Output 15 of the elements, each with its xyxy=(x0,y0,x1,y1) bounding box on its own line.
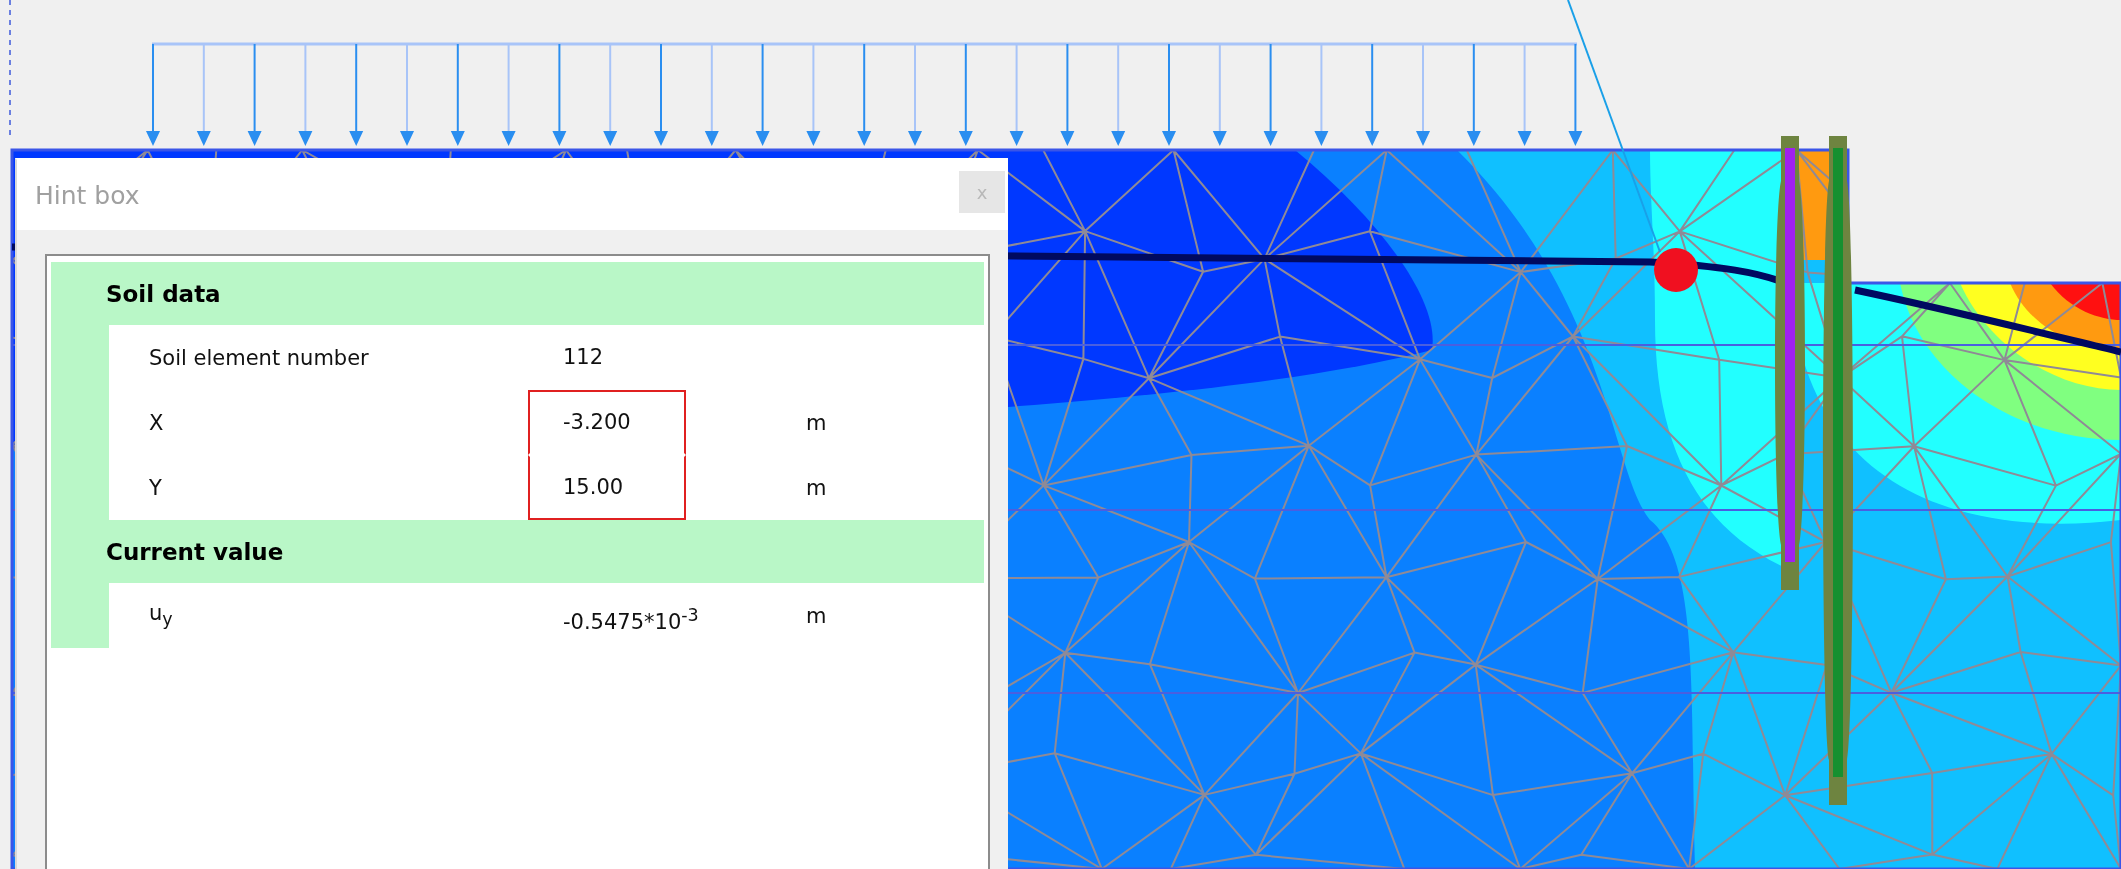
unit-label: m xyxy=(806,475,827,500)
section-header: Current value xyxy=(51,520,984,583)
field-label: Soil element number xyxy=(148,345,370,370)
field-label: X xyxy=(148,410,165,435)
field-value: -0.5475*10$^{-3}$ xyxy=(562,604,700,636)
field-label: Y xyxy=(148,475,163,500)
field-label: u$_{y}$ xyxy=(148,601,174,630)
field-value: 112 xyxy=(562,344,605,371)
field-value: -3.200 xyxy=(528,390,686,455)
probe-point-marker xyxy=(1654,248,1698,292)
section-header: Soil data xyxy=(51,262,984,325)
section-strip xyxy=(51,583,109,648)
unit-label: m xyxy=(806,603,827,628)
window-title: Hint box xyxy=(35,180,140,210)
unit-label: m xyxy=(806,410,827,435)
